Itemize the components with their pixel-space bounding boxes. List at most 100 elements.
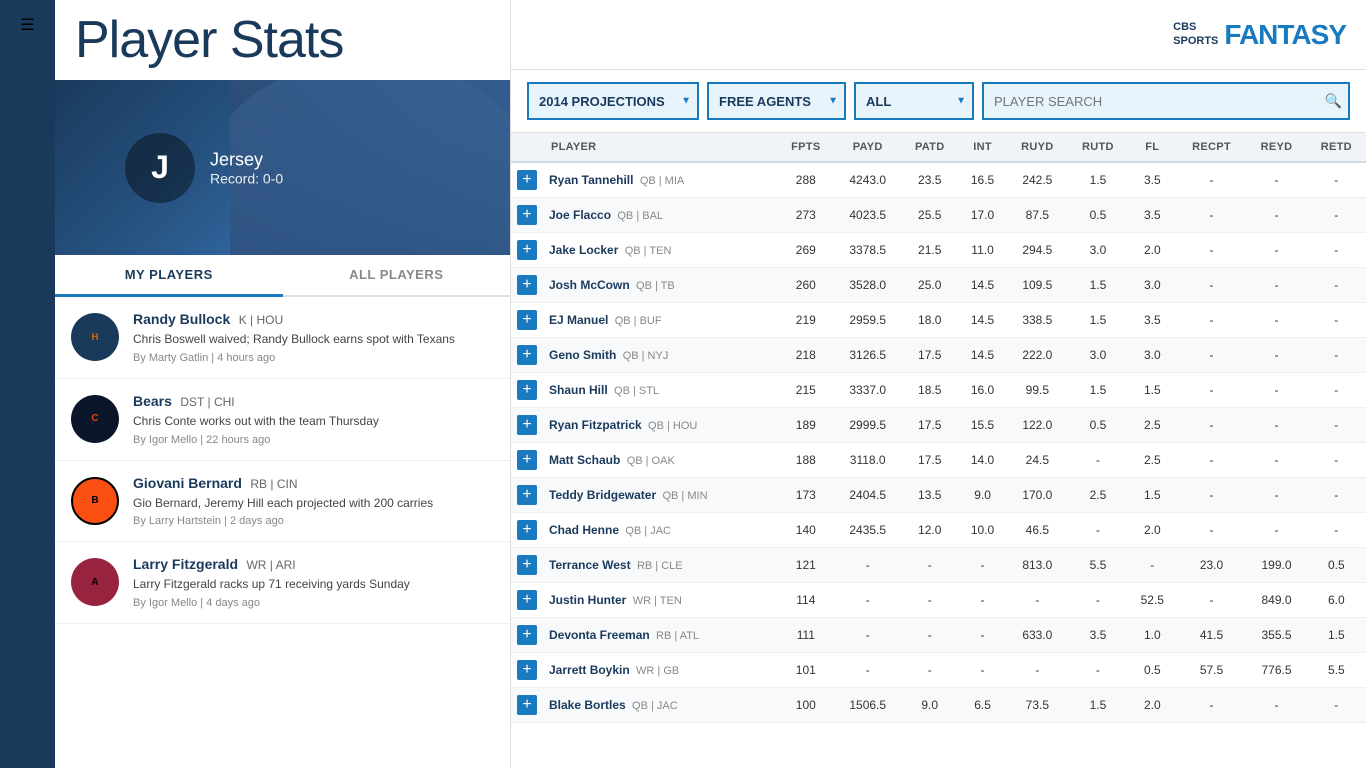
add-player-button[interactable]: + [517,240,537,260]
stat-fl: 3.0 [1128,268,1177,303]
add-player-button[interactable]: + [517,695,537,715]
stat-reyd: - [1246,478,1306,513]
stat-fpts: 121 [777,548,834,583]
player-name-link[interactable]: Joe Flacco [549,208,611,222]
player-search-input[interactable] [982,82,1350,120]
stat-ruyd: 222.0 [1007,338,1068,373]
stats-table: PLAYER FPTS PAYD PATD INT RUYD RUTD FL R… [511,133,1366,723]
stat-fpts: 288 [777,162,834,198]
player-details: QB | OAK [627,455,675,467]
tab-all-players[interactable]: ALL PLAYERS [283,255,511,295]
stat-fpts: 219 [777,303,834,338]
add-player-button[interactable]: + [517,450,537,470]
stat-int: 17.0 [958,198,1007,233]
stat-recpt: - [1177,478,1247,513]
player-name-link[interactable]: Ryan Tannehill [549,173,633,187]
jersey-badge: J [125,133,195,203]
stat-fl: 52.5 [1128,583,1177,618]
stat-payd: 1506.5 [834,688,901,723]
add-player-button[interactable]: + [517,380,537,400]
stat-payd: - [834,548,901,583]
player-name-link[interactable]: Justin Hunter [549,593,626,607]
add-player-button[interactable]: + [517,170,537,190]
player-name-link[interactable]: Blake Bortles [549,698,626,712]
stat-fpts: 260 [777,268,834,303]
add-player-button[interactable]: + [517,520,537,540]
player-name-link[interactable]: Jake Locker [549,243,618,257]
news-player-name-text: Giovani Bernard [133,475,242,491]
player-name-link[interactable]: Teddy Bridgewater [549,488,656,502]
player-name-link[interactable]: Ryan Fitzpatrick [549,418,642,432]
team-logo: A [71,558,119,606]
stat-retd: 1.5 [1307,618,1366,653]
jersey-label: Jersey [210,149,283,170]
add-cell: + [511,408,543,443]
news-item[interactable]: H Randy Bullock K | HOU Chris Boswell wa… [55,297,510,379]
add-player-button[interactable]: + [517,310,537,330]
stat-recpt: - [1177,268,1247,303]
col-payd: PAYD [834,133,901,162]
player-name-link[interactable]: Jarrett Boykin [549,663,630,677]
news-content: Randy Bullock K | HOU Chris Boswell waiv… [133,311,455,364]
stat-rutd: 0.5 [1068,408,1128,443]
player-name-link[interactable]: Devonta Freeman [549,628,650,642]
add-cell: + [511,618,543,653]
player-details: WR | TEN [633,595,682,607]
news-headline: Chris Conte works out with the team Thur… [133,413,379,430]
table-row: + Chad Henne QB | JAC 140 2435.5 12.0 10… [511,513,1366,548]
stat-ruyd: - [1007,653,1068,688]
news-headline: Gio Bernard, Jeremy Hill each projected … [133,495,433,512]
news-item[interactable]: C Bears DST | CHI Chris Conte works out … [55,379,510,461]
add-player-button[interactable]: + [517,345,537,365]
player-name-link[interactable]: Matt Schaub [549,453,620,467]
hamburger-icon[interactable]: ☰ [20,15,34,35]
news-item[interactable]: B Giovani Bernard RB | CIN Gio Bernard, … [55,461,510,543]
add-player-button[interactable]: + [517,625,537,645]
stats-table-wrapper[interactable]: PLAYER FPTS PAYD PATD INT RUYD RUTD FL R… [511,133,1366,768]
player-name-link[interactable]: Chad Henne [549,523,619,537]
stat-retd: - [1307,233,1366,268]
stat-fpts: 111 [777,618,834,653]
stat-ruyd: 338.5 [1007,303,1068,338]
agent-filter[interactable]: FREE AGENTSALL PLAYERSMY TEAM [707,82,846,120]
player-name-link[interactable]: Geno Smith [549,348,616,362]
projection-filter[interactable]: 2014 PROJECTIONS2013 STATSWEEK 1 [527,82,699,120]
stat-ruyd: - [1007,583,1068,618]
table-row: + Ryan Tannehill QB | MIA 288 4243.0 23.… [511,162,1366,198]
player-name-cell: Justin Hunter WR | TEN [543,583,777,618]
player-name-cell: Shaun Hill QB | STL [543,373,777,408]
news-item[interactable]: A Larry Fitzgerald WR | ARI Larry Fitzge… [55,542,510,624]
player-name-link[interactable]: Shaun Hill [549,383,608,397]
tab-my-players[interactable]: MY PLAYERS [55,255,283,297]
stat-fl: 2.0 [1128,233,1177,268]
team-logo: B [71,477,119,525]
stat-patd: 18.0 [901,303,958,338]
cbs-sports-text: CBS SPORTS [1173,21,1218,47]
stat-rutd: 1.5 [1068,303,1128,338]
stat-payd: 2999.5 [834,408,901,443]
player-name-link[interactable]: Josh McCown [549,278,630,292]
position-filter[interactable]: ALLQBRBWRTEKDST [854,82,974,120]
page-title-area: Player Stats [55,0,510,80]
add-player-button[interactable]: + [517,660,537,680]
add-player-button[interactable]: + [517,485,537,505]
stat-reyd: - [1246,338,1306,373]
add-cell: + [511,548,543,583]
stat-recpt: - [1177,443,1247,478]
player-name-cell: Terrance West RB | CLE [543,548,777,583]
add-player-button[interactable]: + [517,415,537,435]
stat-retd: - [1307,443,1366,478]
player-name-link[interactable]: Terrance West [549,558,631,572]
add-cell: + [511,373,543,408]
add-player-button[interactable]: + [517,205,537,225]
player-details: QB | TB [636,280,675,292]
player-name-link[interactable]: EJ Manuel [549,313,608,327]
stat-retd: 5.5 [1307,653,1366,688]
add-player-button[interactable]: + [517,275,537,295]
add-player-button[interactable]: + [517,590,537,610]
stat-fl: 1.5 [1128,373,1177,408]
col-recpt: RECPT [1177,133,1247,162]
add-player-button[interactable]: + [517,555,537,575]
stat-rutd: 1.5 [1068,268,1128,303]
stat-int: - [958,548,1007,583]
